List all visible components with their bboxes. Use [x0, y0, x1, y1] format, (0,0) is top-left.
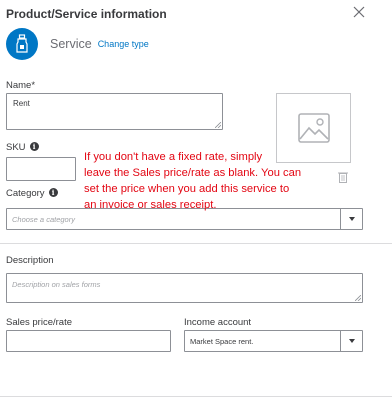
- sku-info-icon[interactable]: i: [29, 142, 39, 151]
- resize-handle-icon[interactable]: [355, 295, 361, 301]
- rate-annotation: If you don't have a fixed rate, simply l…: [84, 149, 374, 213]
- category-info-icon[interactable]: i: [48, 188, 58, 197]
- category-placeholder: Choose a category: [12, 215, 75, 224]
- annotation-line: an invoice or sales receipt.: [84, 199, 217, 211]
- category-label: Category i: [6, 188, 58, 199]
- name-label: Name*: [6, 80, 36, 91]
- image-placeholder-icon: [297, 113, 330, 143]
- footer-divider: [0, 396, 392, 397]
- annotation-line: If you don't have a fixed rate, simply: [84, 151, 263, 163]
- sku-label-text: SKU: [6, 142, 26, 153]
- panel-title: Product/Service information: [6, 7, 167, 21]
- item-type-name: Service: [50, 37, 92, 51]
- item-type-row: Service Change type: [6, 27, 149, 61]
- income-account-value: Market Space rent.: [190, 337, 254, 346]
- service-bell-icon: [6, 28, 38, 60]
- income-account-select[interactable]: Market Space rent.: [184, 330, 363, 352]
- annotation-line: leave the Sales price/rate as blank. You…: [84, 167, 302, 179]
- name-value: Rent: [13, 99, 30, 108]
- change-type-link[interactable]: Change type: [98, 39, 149, 49]
- income-account-label: Income account: [184, 317, 252, 328]
- chevron-down-icon: [348, 339, 355, 343]
- close-icon[interactable]: [352, 5, 366, 19]
- sku-label: SKU i: [6, 142, 39, 153]
- description-label: Description: [6, 255, 54, 266]
- chevron-down-icon: [348, 217, 355, 221]
- sku-input[interactable]: [6, 157, 76, 181]
- income-account-dropdown-button[interactable]: [340, 331, 362, 351]
- description-field[interactable]: Description on sales forms: [6, 273, 363, 303]
- description-placeholder: Description on sales forms: [12, 280, 101, 289]
- section-divider: [0, 243, 392, 244]
- sales-price-label: Sales price/rate: [6, 317, 73, 328]
- category-label-text: Category: [6, 188, 45, 199]
- product-service-panel: Product/Service information Service Chan…: [0, 0, 392, 400]
- name-field[interactable]: Rent: [6, 93, 223, 130]
- annotation-line: set the price when you add this service …: [84, 183, 290, 195]
- resize-handle-icon[interactable]: [215, 122, 221, 128]
- sales-price-input[interactable]: [6, 330, 171, 352]
